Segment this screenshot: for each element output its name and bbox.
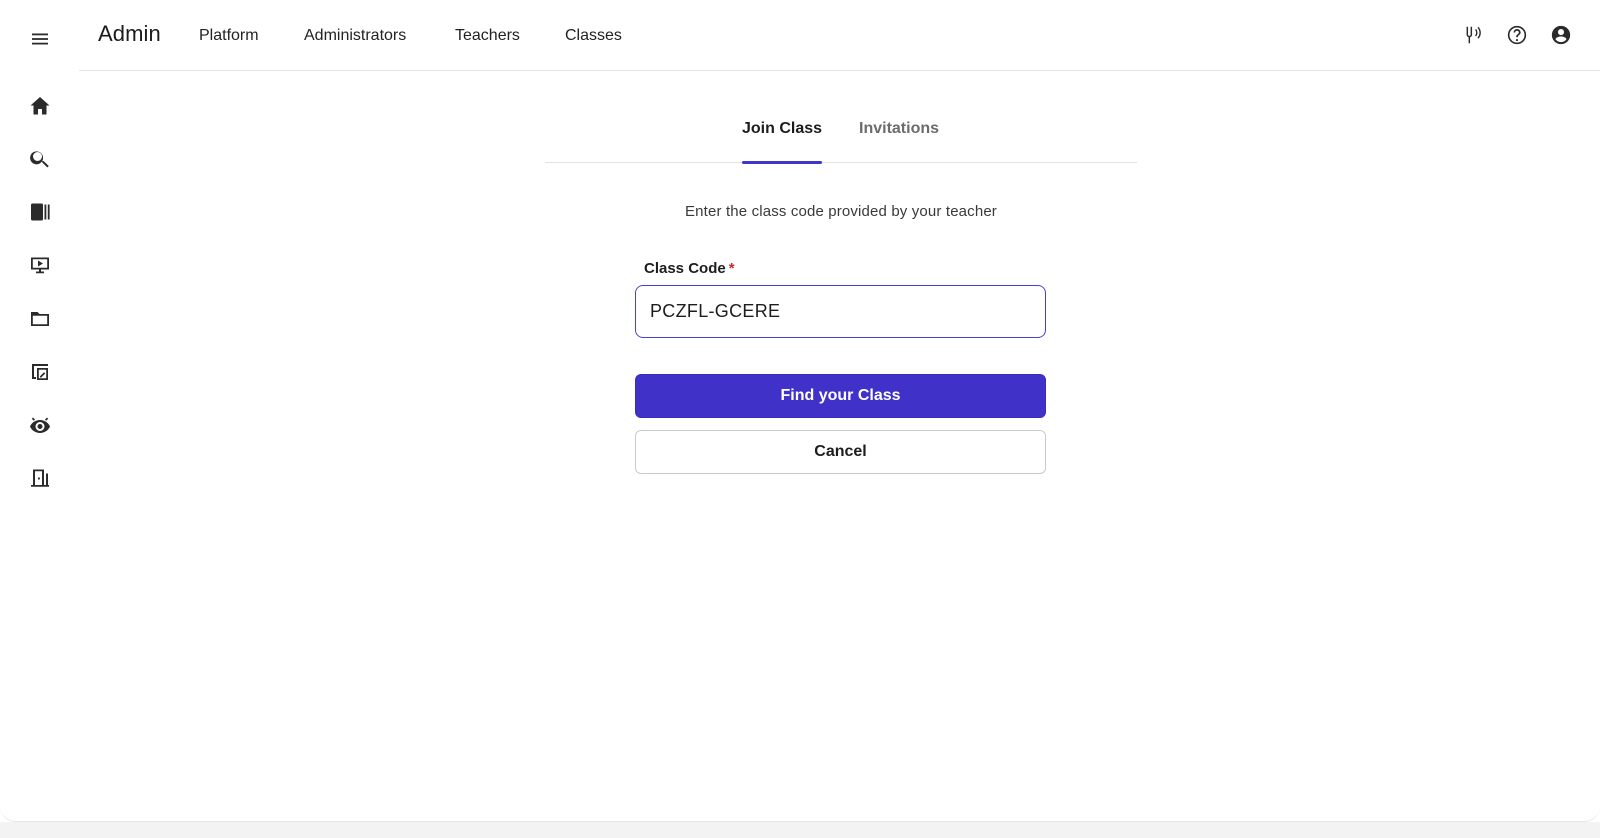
class-code-input[interactable] [635, 285, 1046, 338]
find-class-button[interactable]: Find your Class [635, 374, 1046, 418]
folder-icon[interactable] [20, 299, 60, 339]
required-mark: * [728, 260, 735, 277]
library-icon[interactable] [20, 192, 60, 232]
app-brand: Admin [98, 21, 161, 46]
tab-invitations[interactable]: Invitations [859, 120, 939, 163]
top-bar: Admin Platform Administrators Teachers C… [79, 0, 1600, 71]
nav-administrators[interactable]: Administrators [304, 27, 406, 45]
tab-join-class[interactable]: Join Class [742, 120, 823, 164]
media-icon[interactable] [20, 245, 60, 285]
assignment-icon[interactable] [20, 352, 60, 392]
account-icon[interactable] [1549, 23, 1573, 47]
home-icon[interactable] [20, 86, 60, 126]
nav-teachers[interactable]: Teachers [455, 27, 520, 45]
nav-platform[interactable]: Platform [199, 27, 259, 45]
window-bottom-edge [0, 822, 1600, 838]
tab-invitations-label: Invitations [859, 120, 940, 137]
sidebar [0, 0, 79, 822]
search-icon[interactable] [20, 139, 60, 179]
menu-icon[interactable] [20, 19, 60, 59]
class-code-label-text: Class Code [644, 260, 726, 277]
class-code-label: Class Code * [644, 260, 735, 277]
tab-bar: Join Class Invitations [545, 108, 1137, 164]
accessibility-icon[interactable] [1461, 23, 1485, 47]
view-icon[interactable] [20, 406, 60, 446]
help-icon[interactable] [1505, 23, 1529, 47]
app-window: Admin Platform Administrators Teachers C… [0, 0, 1600, 838]
window-bottom-curve [0, 806, 1600, 822]
exit-icon[interactable] [20, 458, 60, 498]
active-tab-indicator [742, 161, 823, 164]
nav-classes[interactable]: Classes [565, 27, 622, 45]
tab-join-class-label: Join Class [742, 120, 823, 137]
cancel-button[interactable]: Cancel [635, 430, 1046, 474]
instructions-text: Enter the class code provided by your te… [685, 203, 997, 220]
